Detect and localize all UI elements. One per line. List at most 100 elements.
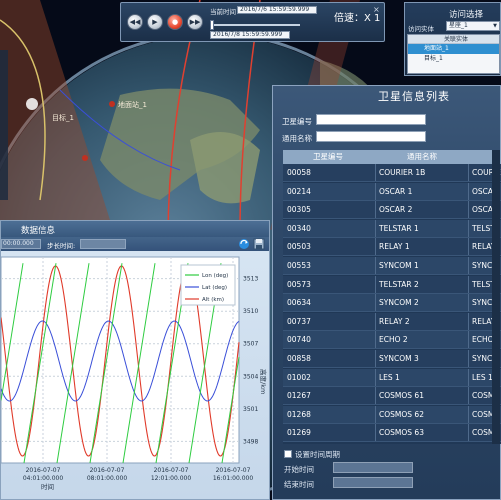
- play-button[interactable]: ▶: [147, 14, 163, 30]
- playback-bar: ◀◀ ▶ ● ▶▶ 当前时间 2016/7/6 15:59:59.999 201…: [120, 2, 385, 42]
- save-icon[interactable]: [253, 238, 265, 250]
- table-row[interactable]: 01269 COSMOS 63 COSM: [283, 424, 501, 443]
- related-entity-list[interactable]: 关联实体 地面站_1 目标_1: [407, 34, 500, 74]
- column-divider: [375, 387, 376, 405]
- column-divider: [375, 424, 376, 442]
- column-divider: [468, 201, 469, 219]
- fast-forward-button[interactable]: ▶▶: [187, 14, 203, 30]
- y-tick-label: 3504: [243, 373, 258, 380]
- data-info-panel: 数据信息 00:00.000 步长时间: 3498 3501 3504 3507 351…: [0, 220, 270, 500]
- data-chart[interactable]: 3498350135043507351035132016-07-0704:01:…: [1, 251, 269, 500]
- column-header[interactable]: 通用名称: [407, 150, 437, 164]
- y-tick-label: 3510: [243, 308, 258, 315]
- column-divider: [468, 312, 469, 330]
- y-axis-label: 高度/km: [259, 369, 268, 394]
- column-divider: [468, 387, 469, 405]
- table-cell: ECHO 2: [379, 335, 408, 345]
- table-row[interactable]: 00737 RELAY 2 RELAY: [283, 312, 501, 331]
- legend-label: Alt (km): [202, 297, 224, 303]
- start-time-label: 开始时间: [284, 465, 314, 474]
- column-divider: [375, 219, 376, 237]
- column-divider: [468, 368, 469, 386]
- legend-label: Lon (deg): [202, 273, 228, 279]
- end-time-field[interactable]: 2016/7/8 15:59:59.999: [210, 31, 290, 39]
- table-row[interactable]: 00740 ECHO 2 ECHO: [283, 331, 501, 350]
- table-row[interactable]: 00634 SYNCOM 2 SYNCO: [283, 294, 501, 313]
- table-cell: 00058: [287, 168, 311, 177]
- globe-label-target: 目标_1: [52, 113, 74, 122]
- panel-title: 卫星信息列表: [378, 90, 450, 103]
- start-time-field[interactable]: [333, 462, 413, 473]
- access-entity-label: 访问实体: [408, 25, 434, 33]
- refresh-icon[interactable]: [238, 238, 250, 250]
- start-time-field[interactable]: 00:00.000: [1, 239, 41, 249]
- table-row[interactable]: 00214 OSCAR 1 OSCAR: [283, 182, 501, 201]
- time-slider-track[interactable]: [210, 24, 300, 26]
- list-item[interactable]: 目标_1: [408, 54, 499, 64]
- table-row[interactable]: 00305 OSCAR 2 OSCAR: [283, 201, 501, 220]
- y-tick-label: 3501: [243, 406, 258, 413]
- list-item[interactable]: 地面站_1: [408, 44, 499, 54]
- column-header[interactable]: 卫星编号: [313, 150, 343, 164]
- column-divider: [468, 257, 469, 274]
- table-cell: 00305: [287, 205, 311, 215]
- table-cell: TELSTAR 1: [379, 223, 419, 233]
- set-time-period-label: 设置时间周期: [295, 450, 340, 459]
- current-time-field[interactable]: 2016/7/6 15:59:59.999: [237, 6, 317, 14]
- set-time-period-checkbox[interactable]: [284, 450, 292, 458]
- step-time-field[interactable]: [80, 239, 126, 249]
- column-divider: [375, 275, 376, 293]
- table-row[interactable]: 01002 LES 1 LES 1: [283, 368, 501, 387]
- step-time-label: 步长时间:: [47, 242, 76, 250]
- table-row[interactable]: 01267 COSMOS 61 COSM: [283, 387, 501, 406]
- access-entity-select[interactable]: 星座_1 ▼: [446, 21, 500, 31]
- access-selection-panel: 访问选择 访问实体 星座_1 ▼ 关联实体 地面站_1 目标_1: [404, 2, 501, 76]
- column-divider: [468, 164, 469, 181]
- table-row[interactable]: 00573 TELSTAR 2 TELSTA: [283, 275, 501, 294]
- column-divider: [468, 350, 469, 367]
- table-row[interactable]: 00503 RELAY 1 RELAY: [283, 238, 501, 257]
- target-marker[interactable]: [82, 155, 88, 161]
- left-side-panel-edge: [0, 50, 8, 200]
- common-name-input[interactable]: [316, 131, 426, 142]
- x-tick-label: 2016-07-07: [154, 467, 189, 474]
- x-tick-label: 08:01:00.000: [87, 475, 127, 482]
- x-tick-label: 2016-07-07: [216, 467, 251, 474]
- panel-title: 数据信息: [21, 226, 56, 236]
- column-divider: [468, 275, 469, 293]
- table-cell: LES 1: [472, 372, 493, 382]
- table-header: 卫星编号 通用名称: [283, 150, 501, 164]
- x-tick-label: 2016-07-07: [90, 467, 125, 474]
- column-divider: [468, 238, 469, 256]
- record-button[interactable]: ●: [167, 14, 183, 30]
- time-slider-thumb[interactable]: [210, 20, 214, 30]
- globe-label-ground: 地面站_1: [118, 100, 147, 109]
- selected-value: 星座_1: [449, 22, 468, 29]
- table-cell: COSMOS 61: [379, 391, 424, 401]
- table-cell: ECHO: [472, 335, 494, 345]
- column-divider: [375, 312, 376, 330]
- table-cell: 00573: [287, 279, 311, 289]
- table-row[interactable]: 00858 SYNCOM 3 SYNCO: [283, 350, 501, 368]
- chevron-down-icon: ▼: [493, 23, 497, 29]
- ground-station-marker[interactable]: [109, 101, 115, 107]
- table-cell: 01002: [287, 372, 311, 382]
- rewind-button[interactable]: ◀◀: [127, 14, 143, 30]
- table-scrollbar[interactable]: [492, 150, 500, 444]
- table-cell: OSCAR 2: [379, 205, 413, 215]
- column-divider: [375, 331, 376, 349]
- table-cell: 00634: [287, 298, 311, 308]
- end-time-field[interactable]: [333, 477, 413, 488]
- panel-titlebar[interactable]: 数据信息: [1, 221, 269, 237]
- table-row[interactable]: 00058 COURIER 1B COURIE: [283, 164, 501, 182]
- close-icon[interactable]: ×: [373, 6, 381, 14]
- sun-icon: [26, 98, 38, 110]
- column-divider: [468, 405, 469, 423]
- satellite-id-input[interactable]: [316, 114, 426, 125]
- satellite-table[interactable]: 卫星编号 通用名称 00058 COURIER 1B COURIE 00214 OSCA…: [283, 150, 501, 444]
- table-row[interactable]: 01268 COSMOS 62 COSM: [283, 405, 501, 424]
- table-row[interactable]: 00340 TELSTAR 1 TELSTA: [283, 219, 501, 238]
- x-tick-label: 04:01:00.000: [23, 475, 63, 482]
- table-cell: COSMOS 63: [379, 428, 424, 438]
- table-row[interactable]: 00553 SYNCOM 1 SYNCO: [283, 257, 501, 275]
